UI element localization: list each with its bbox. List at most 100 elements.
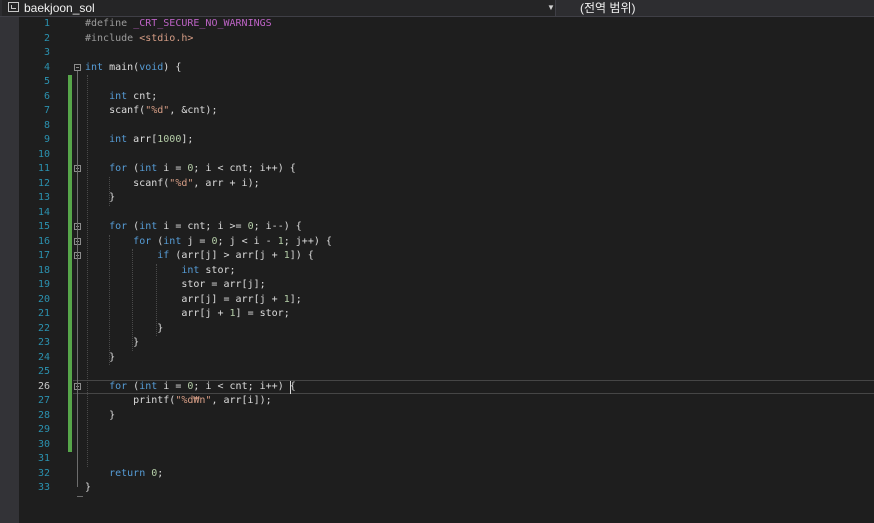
code-line[interactable]: 31 (0, 452, 874, 467)
change-tracking-bar (68, 176, 72, 191)
chevron-down-icon[interactable]: ▼ (547, 1, 555, 15)
line-number: 22 (37, 322, 50, 334)
code-text: printf("%d₩n", arr[i]); (85, 395, 272, 406)
code-line[interactable]: 1 #define _CRT_SECURE_NO_WARNINGS (0, 17, 874, 32)
code-line[interactable]: 33} (0, 481, 874, 496)
code-line[interactable]: 5 (0, 75, 874, 90)
code-text: scanf("%d", arr + i); (85, 177, 260, 189)
change-tracking-bar (68, 423, 72, 438)
line-number: 18 (37, 264, 50, 276)
line-number: 10 (37, 148, 50, 160)
code-line[interactable]: 16 for (int j = 0; j < i - 1; j++) { (0, 234, 874, 249)
code-text: arr[j + 1] = stor; (85, 308, 290, 319)
line-number: 12 (37, 177, 50, 189)
line-number: 32 (37, 467, 50, 479)
code-line[interactable]: 8 (0, 118, 874, 133)
code-line[interactable]: 4 int main(void) { (0, 61, 874, 76)
line-number: 29 (37, 424, 50, 435)
change-tracking-bar (68, 205, 72, 220)
line-number: 8 (43, 119, 50, 131)
outlining-line (77, 70, 78, 487)
indent-guide (109, 176, 110, 206)
code-line[interactable]: 7 scanf("%d", &cnt); (0, 104, 874, 119)
code-line[interactable]: 9 int arr[1000]; (0, 133, 874, 148)
fold-region-end (77, 496, 83, 497)
member-scope-dropdown[interactable]: (전역 범위) (556, 0, 874, 16)
code-text: #define _CRT_SECURE_NO_WARNINGS (85, 18, 272, 29)
code-line[interactable]: 32 return 0; (0, 467, 874, 482)
code-line[interactable]: 26 for (int i = 0; i < cnt; i++) { (0, 379, 874, 394)
code-line[interactable]: 14 (0, 205, 874, 220)
change-tracking-bar (68, 437, 72, 452)
change-tracking-bar (68, 350, 72, 365)
line-number: 26 (37, 380, 50, 392)
code-line[interactable]: 6 int cnt; (0, 89, 874, 104)
code-line[interactable]: 28 } (0, 408, 874, 423)
line-number: 30 (37, 438, 50, 450)
project-scope-dropdown[interactable]: baekjoon_sol ▼ (2, 0, 556, 16)
line-number: 16 (37, 235, 50, 247)
code-editor[interactable]: 1 #define _CRT_SECURE_NO_WARNINGS 2 #includ… (0, 17, 874, 523)
code-text: #include <stdio.h> (85, 32, 194, 44)
code-text: } (85, 322, 164, 334)
code-line[interactable]: 2 #include <stdio.h> (0, 32, 874, 47)
indent-guide (109, 234, 110, 365)
code-text: for (int i = cnt; i >= 0; i--) { (109, 221, 302, 232)
code-line[interactable]: 10 (0, 147, 874, 162)
change-tracking-bar (68, 89, 72, 104)
line-number: 24 (37, 351, 50, 363)
code-line[interactable]: 27 printf("%d₩n", arr[i]); (0, 394, 874, 409)
line-number: 4 (43, 61, 50, 73)
change-tracking-bar (68, 147, 72, 162)
code-line[interactable]: 25 (0, 365, 874, 380)
code-text: } (85, 409, 116, 421)
code-line[interactable]: 11 for (int i = 0; i < cnt; i++) { (0, 162, 874, 177)
code-text: int stor; (181, 264, 236, 276)
collapse-toggle-icon[interactable] (74, 63, 81, 71)
code-text: if (arr[j] > arr[j + 1]) { (157, 250, 314, 261)
member-scope-label: (전역 범위) (580, 1, 636, 15)
change-tracking-bar (68, 249, 72, 264)
line-number: 27 (37, 395, 50, 406)
code-line[interactable]: 3 (0, 46, 874, 61)
change-tracking-bar (68, 408, 72, 423)
change-tracking-bar (68, 292, 72, 307)
change-tracking-bar (68, 220, 72, 235)
line-number: 6 (43, 90, 50, 102)
change-tracking-bar (68, 307, 72, 322)
line-number: 21 (37, 308, 50, 319)
change-tracking-bar (68, 234, 72, 249)
line-number: 11 (37, 163, 50, 174)
code-line[interactable]: 30 (0, 437, 874, 452)
code-text: for (int i = 0; i < cnt; i++) { (109, 380, 296, 392)
line-number: 33 (37, 482, 50, 493)
code-text: } (85, 351, 116, 363)
line-number: 17 (37, 250, 50, 261)
indent-guide (156, 263, 157, 336)
change-tracking-bar (68, 162, 72, 177)
code-text: int cnt; (109, 90, 158, 102)
line-number: 28 (37, 409, 50, 421)
line-number: 13 (37, 192, 50, 203)
change-tracking-bar (68, 365, 72, 380)
line-number: 3 (43, 47, 50, 58)
change-tracking-bar (68, 75, 72, 90)
code-text: stor = arr[j]; (85, 279, 266, 290)
code-line[interactable]: 13 } (0, 191, 874, 206)
code-line[interactable]: 24 } (0, 350, 874, 365)
line-number: 2 (43, 32, 50, 44)
code-line[interactable]: 12 scanf("%d", arr + i); (0, 176, 874, 191)
line-number: 1 (43, 18, 50, 29)
change-tracking-bar (68, 278, 72, 293)
change-tracking-bar (68, 394, 72, 409)
code-line[interactable]: 15 for (int i = cnt; i >= 0; i--) { (0, 220, 874, 235)
change-tracking-bar (68, 104, 72, 119)
change-tracking-bar (68, 191, 72, 206)
line-number: 20 (37, 293, 50, 305)
code-text: } (85, 482, 92, 493)
code-text: scanf("%d", &cnt); (85, 105, 218, 116)
code-text: int arr[1000]; (109, 134, 194, 145)
change-tracking-bar (68, 321, 72, 336)
code-line[interactable]: 29 (0, 423, 874, 438)
change-tracking-bar (68, 379, 72, 394)
